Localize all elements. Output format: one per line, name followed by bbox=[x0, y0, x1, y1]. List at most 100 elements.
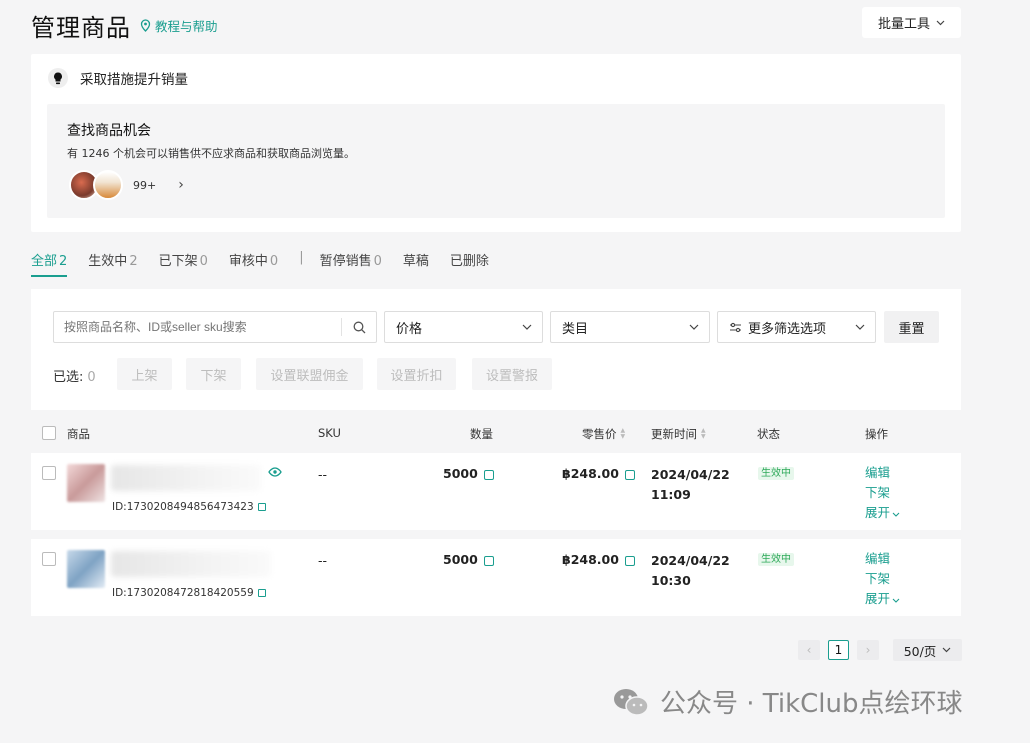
help-link[interactable]: 教程与帮助 bbox=[140, 16, 218, 35]
price-text: ฿248.00 bbox=[562, 552, 619, 567]
edit-icon[interactable] bbox=[483, 469, 494, 480]
updated-clock: 10:30 bbox=[651, 573, 691, 588]
page-title: 管理商品 bbox=[31, 14, 131, 42]
tab-count: 0 bbox=[373, 254, 382, 269]
product-image[interactable] bbox=[67, 464, 105, 502]
watermark: 公众号 · TikClub点绘环球 bbox=[612, 683, 963, 720]
chevron-down-icon bbox=[936, 20, 945, 25]
page-size-select[interactable]: 50/页 bbox=[893, 639, 962, 661]
opportunity-thumbnails[interactable]: 99+ › bbox=[69, 170, 184, 200]
tab-deleted[interactable]: 已删除 bbox=[450, 250, 489, 277]
column-updated[interactable]: 更新时间 ▲ ▼ bbox=[651, 426, 706, 442]
category-select-value: 类目 bbox=[562, 321, 589, 337]
next-page-button[interactable]: › bbox=[857, 640, 879, 660]
chevron-down-icon bbox=[689, 324, 699, 330]
batch-tools-button[interactable]: 批量工具 bbox=[862, 7, 961, 38]
eye-icon[interactable] bbox=[268, 467, 282, 477]
category-select[interactable]: 类目 bbox=[550, 311, 710, 343]
reset-button[interactable]: 重置 bbox=[884, 311, 939, 343]
filter-panel bbox=[31, 289, 961, 410]
edit-icon[interactable] bbox=[483, 555, 494, 566]
tab-reviewing[interactable]: 审核中 0 bbox=[229, 250, 278, 277]
tab-active[interactable]: 生效中 2 bbox=[88, 250, 137, 277]
row-actions: 编辑 下架 展开 bbox=[865, 549, 900, 609]
bulk-list-button[interactable]: 上架 bbox=[117, 358, 172, 390]
quantity-value: 5000 bbox=[443, 552, 494, 567]
column-price-label: 零售价 bbox=[582, 427, 617, 441]
product-thumbnail bbox=[93, 170, 123, 200]
column-sku: SKU bbox=[318, 426, 341, 440]
column-updated-label: 更新时间 bbox=[651, 427, 697, 441]
selected-count: 已选: 0 bbox=[53, 366, 96, 385]
page-size-value: 50/页 bbox=[903, 643, 937, 659]
search-input[interactable] bbox=[54, 312, 341, 342]
edit-link[interactable]: 编辑 bbox=[865, 549, 900, 569]
tab-label: 草稿 bbox=[402, 254, 429, 269]
bulk-discount-button[interactable]: 设置折扣 bbox=[377, 358, 456, 390]
sort-icon[interactable]: ▲ ▼ bbox=[621, 428, 626, 440]
edit-icon[interactable] bbox=[624, 469, 635, 480]
column-price[interactable]: 零售价 ▲ ▼ bbox=[582, 426, 625, 442]
edit-link[interactable]: 编辑 bbox=[865, 463, 900, 483]
tab-label: 全部 bbox=[31, 254, 58, 269]
row-checkbox[interactable] bbox=[42, 552, 56, 566]
price-select[interactable]: 价格 bbox=[384, 311, 543, 343]
updated-date: 2024/04/22 bbox=[651, 467, 730, 482]
chevron-down-icon bbox=[855, 324, 865, 330]
updated-clock: 11:09 bbox=[651, 487, 691, 502]
tab-delisted[interactable]: 已下架 0 bbox=[159, 250, 208, 277]
product-image[interactable] bbox=[67, 550, 105, 588]
tab-label: 已删除 bbox=[449, 254, 489, 269]
opportunity-heading-text: 采取措施提升销量 bbox=[80, 72, 188, 88]
tab-label: 生效中 bbox=[88, 254, 128, 269]
product-name-blurred[interactable] bbox=[111, 465, 261, 491]
expand-link[interactable]: 展开 bbox=[865, 503, 900, 523]
chevron-down-icon bbox=[892, 598, 900, 603]
page-number-current[interactable]: 1 bbox=[828, 640, 849, 660]
location-pin-icon bbox=[140, 19, 151, 32]
status-tabs: 全部 2 生效中 2 已下架 0 审核中 0 | 暂停销售 0 草稿 已删除 bbox=[31, 250, 510, 277]
updated-date: 2024/04/22 bbox=[651, 553, 730, 568]
product-name-blurred[interactable] bbox=[111, 551, 271, 577]
expand-link[interactable]: 展开 bbox=[865, 589, 900, 609]
tab-drafts[interactable]: 草稿 bbox=[403, 250, 429, 277]
tab-label: 审核中 bbox=[228, 254, 268, 269]
prev-page-button[interactable]: ‹ bbox=[798, 640, 820, 660]
opportunity-panel[interactable] bbox=[47, 104, 945, 218]
select-all-checkbox[interactable] bbox=[42, 426, 56, 440]
chevron-right-icon[interactable]: › bbox=[178, 177, 184, 193]
more-filters-label: 更多筛选选项 bbox=[748, 321, 827, 337]
table-row: ID:1730208494856473423 -- 5000 ฿248.00 2… bbox=[31, 453, 961, 530]
opportunity-title: 查找商品机会 bbox=[67, 123, 151, 139]
updated-time: 2024/04/22 10:30 bbox=[651, 551, 730, 591]
bulk-delist-button[interactable]: 下架 bbox=[186, 358, 241, 390]
lightbulb-icon bbox=[48, 68, 68, 88]
status-badge: 生效中 bbox=[758, 464, 794, 480]
bulk-alert-button[interactable]: 设置警报 bbox=[472, 358, 552, 390]
status-text: 生效中 bbox=[758, 553, 794, 566]
delist-link[interactable]: 下架 bbox=[865, 483, 900, 503]
search-box[interactable] bbox=[53, 311, 377, 343]
more-filters-select[interactable]: 更多筛选选项 bbox=[717, 311, 876, 343]
watermark-text: 公众号 · TikClub点绘环球 bbox=[660, 689, 963, 719]
row-checkbox[interactable] bbox=[42, 466, 56, 480]
bulk-affiliate-button[interactable]: 设置联盟佣金 bbox=[256, 358, 363, 390]
expand-label: 展开 bbox=[865, 591, 891, 606]
copy-icon[interactable] bbox=[257, 589, 266, 597]
wechat-icon bbox=[614, 688, 649, 716]
copy-icon[interactable] bbox=[257, 503, 266, 511]
checkbox[interactable] bbox=[42, 426, 56, 440]
opportunity-heading: 采取措施提升销量 bbox=[48, 68, 188, 88]
tab-all[interactable]: 全部 2 bbox=[31, 250, 68, 277]
delist-link[interactable]: 下架 bbox=[865, 569, 900, 589]
sku-value: -- bbox=[318, 467, 328, 482]
expand-label: 展开 bbox=[865, 505, 891, 520]
tab-suspended[interactable]: 暂停销售 0 bbox=[320, 250, 382, 277]
sort-icon[interactable]: ▲ ▼ bbox=[701, 428, 706, 440]
search-icon[interactable] bbox=[342, 321, 376, 334]
chevron-down-icon bbox=[892, 512, 900, 517]
column-actions: 操作 bbox=[865, 427, 888, 441]
column-quantity: 数量 bbox=[470, 427, 493, 441]
edit-icon[interactable] bbox=[624, 555, 635, 566]
price-value: ฿248.00 bbox=[562, 466, 635, 481]
